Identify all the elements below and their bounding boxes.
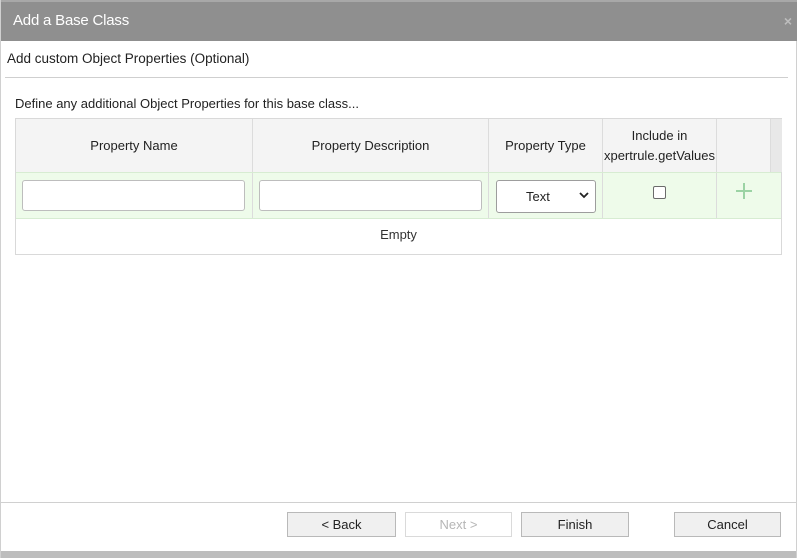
property-type-value: Text [526, 189, 550, 204]
add-base-class-dialog: Add a Base Class × Add custom Object Pro… [0, 0, 797, 558]
column-header-property-type[interactable]: Property Type [489, 119, 603, 172]
column-header-property-name[interactable]: Property Name [16, 119, 253, 172]
cell-divider [488, 173, 489, 218]
property-name-input[interactable] [22, 180, 245, 211]
property-description-input[interactable] [259, 180, 482, 211]
plus-icon[interactable] [734, 181, 754, 201]
column-header-actions [717, 119, 771, 172]
empty-message: Empty [380, 227, 417, 242]
back-button[interactable]: < Back [287, 512, 396, 537]
cell-divider [602, 173, 603, 218]
column-header-include-label: Include in xpertrule.getValues [603, 127, 716, 163]
dialog-bottom-edge [1, 551, 796, 558]
include-getvalues-checkbox[interactable] [653, 186, 666, 199]
column-header-include-in-getvalues[interactable]: Include in xpertrule.getValues [603, 119, 717, 172]
grid-scrollbar[interactable] [771, 119, 782, 172]
close-icon[interactable]: × [784, 13, 792, 29]
cell-divider [252, 173, 253, 218]
footer-divider [1, 502, 796, 503]
column-header-property-description[interactable]: Property Description [253, 119, 489, 172]
cancel-button[interactable]: Cancel [674, 512, 781, 537]
step-title: Add custom Object Properties (Optional) [7, 51, 250, 66]
property-type-select[interactable]: Text [496, 180, 596, 213]
dialog-title: Add a Base Class [13, 12, 130, 29]
dialog-titlebar[interactable]: Add a Base Class × [1, 0, 797, 41]
cell-divider [716, 173, 717, 218]
divider [5, 77, 788, 78]
next-button[interactable]: Next > [405, 512, 512, 537]
instruction-text: Define any additional Object Properties … [15, 96, 359, 111]
chevron-down-icon [579, 192, 589, 199]
properties-grid: Property Name Property Description Prope… [15, 118, 782, 255]
new-property-row: Text [16, 172, 781, 219]
finish-button[interactable]: Finish [521, 512, 629, 537]
